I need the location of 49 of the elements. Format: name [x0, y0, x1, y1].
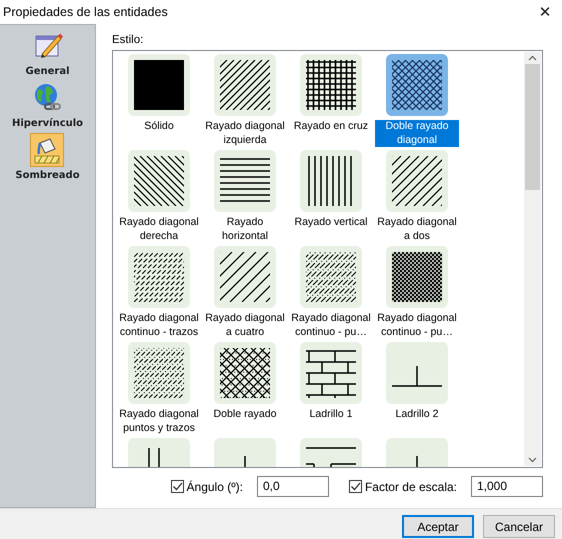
pattern-label: Rayado horizontal [221, 216, 269, 243]
hatch-pattern-swatch[interactable] [386, 150, 448, 212]
pattern-label: Rayado diagonal continuo - pu… [376, 312, 458, 339]
paint-bucket-icon[interactable] [30, 133, 64, 167]
hatch-pattern-swatch[interactable] [386, 54, 448, 116]
pattern-label: Rayado vertical [293, 216, 368, 230]
style-label: Estilo: [112, 33, 144, 47]
hatch-pattern-swatch[interactable] [386, 342, 448, 404]
pattern-label: Doble rayado diagonal [375, 120, 459, 147]
hatch-pattern-swatch[interactable] [214, 246, 276, 308]
pattern-label: Ladrillo 1 [308, 408, 354, 422]
hatch-pattern-swatch[interactable] [214, 54, 276, 116]
cancel-button[interactable]: Cancelar [483, 515, 555, 538]
scrollbar[interactable] [524, 52, 541, 466]
hatch-pattern-swatch[interactable] [128, 246, 190, 308]
hatch-pattern-swatch[interactable] [214, 342, 276, 404]
hatch-pattern-swatch[interactable] [300, 342, 362, 404]
pattern-label: Rayado diagonal continuo - trazos [118, 312, 200, 339]
hatch-pattern-swatch[interactable] [214, 150, 276, 212]
pattern-label: Rayado diagonal a cuatro [204, 312, 286, 339]
checkbox-label[interactable]: Ángulo (º): [186, 480, 243, 494]
sidebar-item-label[interactable]: Hipervínculo [12, 117, 84, 131]
scale-field[interactable]: 1,000 [471, 476, 543, 497]
pattern-label: Rayado diagonal a dos [376, 216, 458, 243]
checkbox[interactable] [170, 480, 184, 493]
sidebar-item-label[interactable]: Sombreado [15, 169, 80, 183]
pattern-label: Rayado diagonal puntos y trazos [118, 408, 200, 435]
sidebar-item-label[interactable]: General [26, 65, 70, 79]
checkbox[interactable] [348, 480, 362, 493]
close-button[interactable]: ✕ [530, 0, 560, 24]
ok-button[interactable]: Aceptar [402, 515, 474, 538]
hatch-pattern-swatch[interactable] [128, 150, 190, 212]
scrollbar-thumb[interactable] [525, 64, 540, 190]
angle-field[interactable]: 0,0 [256, 476, 329, 497]
pattern-label: Doble rayado [212, 408, 278, 422]
hatch-pattern-swatch[interactable] [300, 54, 362, 116]
hatch-pattern-swatch[interactable] [386, 246, 448, 308]
pattern-label: Rayado en cruz [292, 120, 370, 134]
hatch-pattern-swatch[interactable] [128, 54, 190, 116]
checkbox-label[interactable]: Factor de escala: [364, 480, 457, 494]
hatch-pattern-swatch[interactable] [300, 150, 362, 212]
pattern-label: Rayado diagonal izquierda [204, 120, 286, 147]
pattern-label: Rayado diagonal derecha [118, 216, 200, 243]
pattern-label: Ladrillo 2 [394, 408, 440, 422]
pattern-label: Rayado diagonal continuo - pu… [290, 312, 372, 339]
hatch-pattern-swatch[interactable] [300, 246, 362, 308]
hatch-pattern-swatch[interactable] [128, 342, 190, 404]
window-title: Propiedades de las entidades [3, 5, 168, 19]
pattern-label: Sólido [143, 120, 175, 134]
